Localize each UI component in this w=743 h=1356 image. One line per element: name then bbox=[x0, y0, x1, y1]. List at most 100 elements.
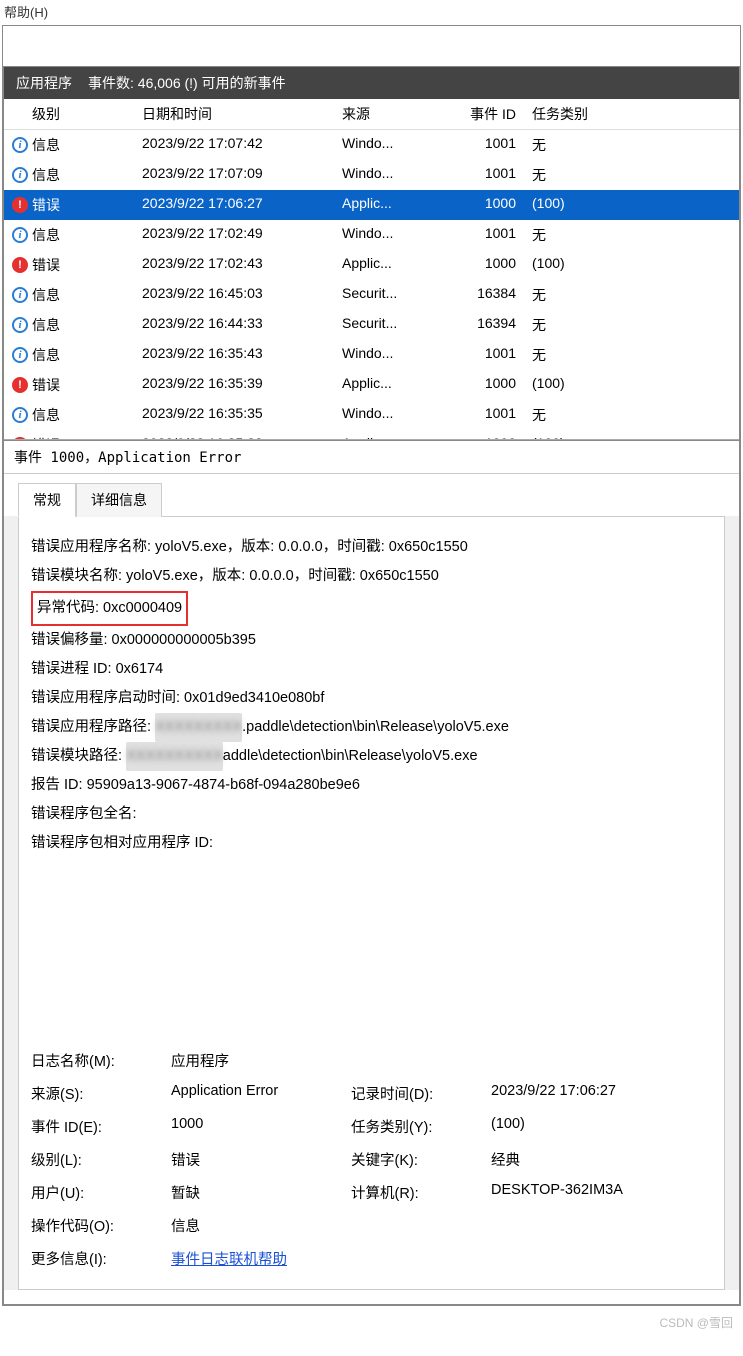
menu-bar: 帮助(H) bbox=[0, 0, 743, 23]
event-list: 级别 日期和时间 来源 事件 ID 任务类别 i信息2023/9/22 17:0… bbox=[4, 99, 739, 440]
col-header-source[interactable]: 来源 bbox=[334, 99, 434, 129]
info-icon: i bbox=[12, 407, 28, 423]
cell-source: Applic... bbox=[334, 430, 434, 440]
cell-category: 无 bbox=[524, 160, 644, 190]
desc-line-exception-code: 异常代码: 0xc0000409 bbox=[31, 591, 712, 626]
cell-date: 2023/9/22 17:07:09 bbox=[134, 160, 334, 190]
cell-source: Applic... bbox=[334, 370, 434, 400]
cell-source: Windo... bbox=[334, 130, 434, 160]
table-row[interactable]: !错误2023/9/22 16:35:39Applic...1000(100) bbox=[4, 370, 739, 400]
error-icon: ! bbox=[12, 197, 28, 213]
cell-event-id: 1001 bbox=[434, 400, 524, 430]
label-moreinfo: 更多信息(I): bbox=[31, 1248, 171, 1269]
spacer bbox=[23, 862, 720, 1042]
table-row[interactable]: i信息2023/9/22 16:44:33Securit...16394无 bbox=[4, 310, 739, 340]
cell-level: 信息 bbox=[32, 405, 60, 425]
value-source: Application Error bbox=[171, 1083, 351, 1104]
col-header-level[interactable]: 级别 bbox=[4, 99, 134, 129]
value-taskcat: (100) bbox=[491, 1116, 712, 1137]
cell-category: (100) bbox=[524, 430, 644, 440]
log-count: 事件数: 46,006 (!) 可用的新事件 bbox=[88, 73, 286, 93]
desc-line-module-path: 错误模块路径: XXXXXXXXXXaddle\detection\bin\Re… bbox=[31, 742, 712, 771]
link-online-help[interactable]: 事件日志联机帮助 bbox=[171, 1252, 287, 1268]
info-icon: i bbox=[12, 287, 28, 303]
label-user: 用户(U): bbox=[31, 1182, 171, 1203]
table-row[interactable]: !错误2023/9/22 17:02:43Applic...1000(100) bbox=[4, 250, 739, 280]
cell-date: 2023/9/22 16:35:22 bbox=[134, 430, 334, 440]
details-panel: 事件 1000，Application Error 常规 详细信息 错误应用程序… bbox=[4, 440, 739, 1290]
value-level: 错误 bbox=[171, 1149, 351, 1170]
value-user: 暂缺 bbox=[171, 1182, 351, 1203]
log-header: 应用程序 事件数: 46,006 (!) 可用的新事件 bbox=[4, 67, 739, 99]
value-computer: DESKTOP-362IM3A bbox=[491, 1182, 712, 1203]
cell-level: 错误 bbox=[32, 255, 60, 275]
info-icon: i bbox=[12, 167, 28, 183]
desc-line-fault-offset: 错误偏移量: 0x000000000005b395 bbox=[31, 626, 712, 655]
cell-category: 无 bbox=[524, 280, 644, 310]
cell-source: Applic... bbox=[334, 250, 434, 280]
cell-event-id: 16384 bbox=[434, 280, 524, 310]
cell-event-id: 1000 bbox=[434, 250, 524, 280]
tab-details[interactable]: 详细信息 bbox=[76, 483, 162, 517]
value-opcode: 信息 bbox=[171, 1215, 712, 1236]
redacted-path: XXXXXXXXX bbox=[155, 713, 242, 742]
menu-help[interactable]: 帮助(H) bbox=[4, 5, 48, 20]
info-icon: i bbox=[12, 227, 28, 243]
watermark: CSDN @雪回 bbox=[0, 1308, 743, 1337]
table-row[interactable]: !错误2023/9/22 17:06:27Applic...1000(100) bbox=[4, 190, 739, 220]
log-title: 应用程序 bbox=[16, 73, 72, 93]
label-keywords: 关键字(K): bbox=[351, 1149, 491, 1170]
col-header-id[interactable]: 事件 ID bbox=[434, 99, 524, 129]
info-icon: i bbox=[12, 317, 28, 333]
error-icon: ! bbox=[12, 377, 28, 393]
desc-line-modulename: 错误模块名称: yoloV5.exe，版本: 0.0.0.0，时间戳: 0x65… bbox=[31, 562, 712, 591]
tab-bar: 常规 详细信息 bbox=[4, 474, 739, 516]
table-row[interactable]: i信息2023/9/22 17:07:09Windo...1001无 bbox=[4, 160, 739, 190]
table-row[interactable]: i信息2023/9/22 17:02:49Windo...1001无 bbox=[4, 220, 739, 250]
table-row[interactable]: !错误2023/9/22 16:35:22Applic...1000(100) bbox=[4, 430, 739, 440]
value-logged: 2023/9/22 17:06:27 bbox=[491, 1083, 712, 1104]
value-keywords: 经典 bbox=[491, 1149, 712, 1170]
column-headers[interactable]: 级别 日期和时间 来源 事件 ID 任务类别 bbox=[4, 99, 739, 130]
highlight-exception-code: 异常代码: 0xc0000409 bbox=[31, 591, 188, 626]
cell-level: 错误 bbox=[32, 375, 60, 395]
cell-date: 2023/9/22 16:35:43 bbox=[134, 340, 334, 370]
cell-event-id: 16394 bbox=[434, 310, 524, 340]
cell-category: 无 bbox=[524, 340, 644, 370]
cell-source: Applic... bbox=[334, 190, 434, 220]
info-icon: i bbox=[12, 347, 28, 363]
cell-date: 2023/9/22 17:02:49 bbox=[134, 220, 334, 250]
cell-event-id: 1001 bbox=[434, 340, 524, 370]
cell-category: 无 bbox=[524, 310, 644, 340]
table-row[interactable]: i信息2023/9/22 16:45:03Securit...16384无 bbox=[4, 280, 739, 310]
col-header-category[interactable]: 任务类别 bbox=[524, 99, 644, 129]
desc-line-report-id: 报告 ID: 95909a13-9067-4874-b68f-094a280be… bbox=[31, 771, 712, 800]
value-eventid: 1000 bbox=[171, 1116, 351, 1137]
value-logname: 应用程序 bbox=[171, 1050, 712, 1071]
tab-general[interactable]: 常规 bbox=[18, 483, 76, 517]
cell-category: 无 bbox=[524, 220, 644, 250]
cell-category: 无 bbox=[524, 130, 644, 160]
desc-line-app-path: 错误应用程序路径: XXXXXXXXX.paddle\detection\bin… bbox=[31, 713, 712, 742]
col-header-date[interactable]: 日期和时间 bbox=[134, 99, 334, 129]
cell-level: 错误 bbox=[32, 195, 60, 215]
event-rows-scroll[interactable]: i信息2023/9/22 17:07:42Windo...1001无i信息202… bbox=[4, 130, 739, 440]
desc-line-package-appid: 错误程序包相对应用程序 ID: bbox=[31, 829, 712, 858]
table-row[interactable]: i信息2023/9/22 17:07:42Windo...1001无 bbox=[4, 130, 739, 160]
desc-line-appname: 错误应用程序名称: yoloV5.exe，版本: 0.0.0.0，时间戳: 0x… bbox=[31, 533, 712, 562]
cell-source: Windo... bbox=[334, 160, 434, 190]
label-source: 来源(S): bbox=[31, 1083, 171, 1104]
cell-date: 2023/9/22 16:35:35 bbox=[134, 400, 334, 430]
outer-panel: 应用程序 事件数: 46,006 (!) 可用的新事件 级别 日期和时间 来源 … bbox=[2, 25, 741, 1306]
tab-content: 错误应用程序名称: yoloV5.exe，版本: 0.0.0.0，时间戳: 0x… bbox=[18, 516, 725, 1290]
cell-source: Securit... bbox=[334, 280, 434, 310]
table-row[interactable]: i信息2023/9/22 16:35:35Windo...1001无 bbox=[4, 400, 739, 430]
cell-date: 2023/9/22 17:02:43 bbox=[134, 250, 334, 280]
cell-level: 信息 bbox=[32, 315, 60, 335]
details-title: 事件 1000，Application Error bbox=[4, 441, 739, 474]
event-description: 错误应用程序名称: yoloV5.exe，版本: 0.0.0.0，时间戳: 0x… bbox=[23, 529, 720, 862]
cell-level: 信息 bbox=[32, 285, 60, 305]
desc-line-package-name: 错误程序包全名: bbox=[31, 800, 712, 829]
table-row[interactable]: i信息2023/9/22 16:35:43Windo...1001无 bbox=[4, 340, 739, 370]
cell-source: Securit... bbox=[334, 310, 434, 340]
